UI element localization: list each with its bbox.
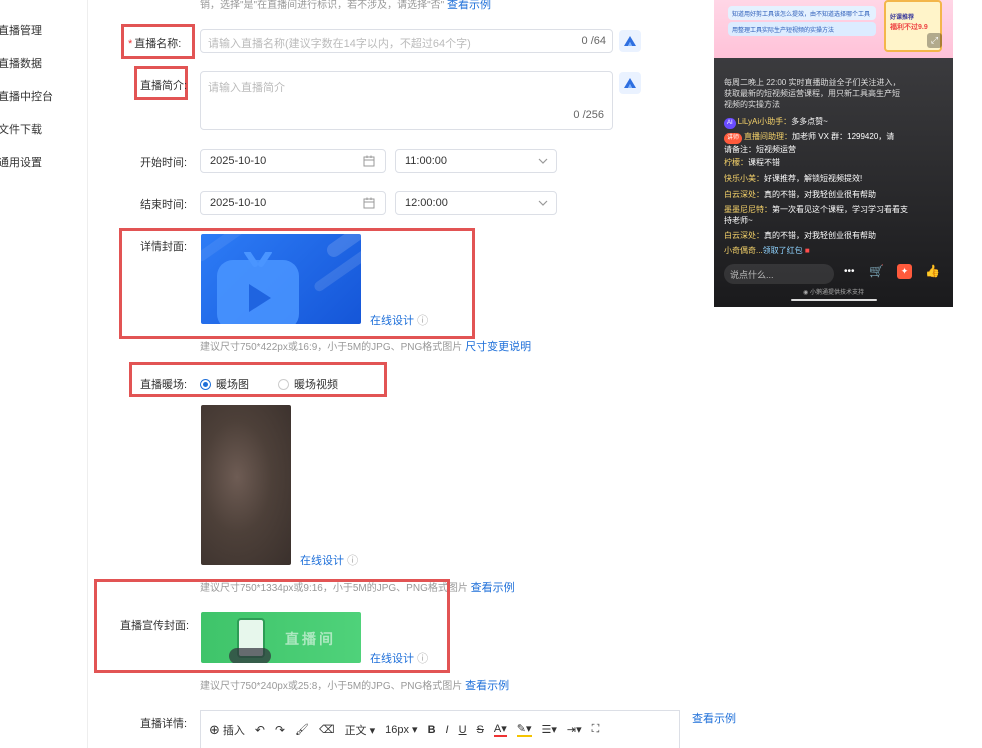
indent-icon[interactable]: ⇥▾ xyxy=(567,723,582,736)
font-size-select[interactable]: 16px ▾ xyxy=(385,723,417,736)
sidebar-item-live-data[interactable]: 直播数据 xyxy=(0,55,42,71)
top-note-link[interactable]: 查看示例 xyxy=(447,0,491,11)
info-icon: ⓘ xyxy=(417,653,429,665)
promo-cover-image[interactable]: 直播间 xyxy=(201,612,361,663)
detail-cover-hint: 建议尺寸750*422px或16:9，小于5M的JPG、PNG格式图片 尺寸变更… xyxy=(200,341,532,353)
rich-editor-toolbar: ⊕ 插入 ↶ ↷ 🖌 ⌫ 正文 ▾ 16px ▾ B I U S A▾ ✎▾ ☰▾… xyxy=(200,710,680,748)
sidebar: 直播管理 直播数据 直播中控台 文件下载 通用设置 xyxy=(0,0,88,748)
fullscreen-icon[interactable]: ⛶ xyxy=(592,723,600,736)
align-icon[interactable]: ☰▾ xyxy=(542,723,557,736)
end-time-select[interactable]: 12:00:00 xyxy=(395,191,557,215)
warmup-option-image[interactable]: 暖场图 xyxy=(200,376,249,392)
promo-cover-label: 直播宣传封面: xyxy=(120,620,190,632)
like-icon[interactable]: 👍 xyxy=(925,264,940,278)
info-icon: ⓘ xyxy=(347,555,359,567)
rotate-icon[interactable]: ⤢ xyxy=(927,33,942,48)
preview-banner: 知道用好剪工具该怎么提效，由不知道选择哪个工具 用整理工具实际生产短视频的实操方… xyxy=(714,0,953,58)
sidebar-item-settings[interactable]: 通用设置 xyxy=(0,154,42,170)
underline-button[interactable]: U xyxy=(459,724,467,736)
chat-message: 白云深处：真的不错，对我轻创业很有帮助 xyxy=(724,190,876,199)
chat-message: 柠檬：课程不错 xyxy=(724,158,780,167)
detail-example-link[interactable]: 查看示例 xyxy=(692,710,736,726)
chat-message: 每周二晚上 22:00 实时直播助益全子们关注进入，获取最新的短视频运营课程，用… xyxy=(724,78,901,109)
sidebar-item-console[interactable]: 直播中控台 xyxy=(0,88,53,104)
chevron-down-icon xyxy=(538,158,548,164)
warmup-image[interactable] xyxy=(201,405,291,565)
end-time-label: 结束时间: xyxy=(140,199,188,211)
promo-cover-hint: 建议尺寸750*240px或25:8，小于5M的JPG、PNG格式图片 查看示例 xyxy=(200,680,510,692)
undo-icon[interactable]: ↶ xyxy=(255,723,265,737)
ai-assist-name-button[interactable] xyxy=(619,30,641,52)
chat-message: 快乐小美：好课推荐，解锁短视频提效! xyxy=(724,174,863,183)
detail-cover-image[interactable] xyxy=(201,234,361,324)
sidebar-item-download[interactable]: 文件下载 xyxy=(0,121,42,137)
intro-label: 直播简介: xyxy=(140,80,188,92)
font-color-button[interactable]: A▾ xyxy=(493,722,507,737)
chat-message: 小奇偶奇...领取了红包 ■ xyxy=(724,246,810,255)
home-indicator xyxy=(791,299,877,301)
detail-cover-label: 详情封面: xyxy=(140,241,188,253)
size-change-link[interactable]: 尺寸变更说明 xyxy=(465,341,531,353)
preview-footer: ◉ 小鹅通提供技术支持 xyxy=(803,290,864,296)
detail-cover-online-design-link[interactable]: 在线设计 ⓘ xyxy=(370,312,428,328)
calendar-icon xyxy=(363,155,375,167)
intro-counter: 0 /256 xyxy=(573,109,604,121)
strikethrough-button[interactable]: S xyxy=(477,724,484,736)
format-painter-icon[interactable]: 🖌 xyxy=(295,723,309,736)
calendar-icon xyxy=(363,197,375,209)
live-detail-label: 直播详情: xyxy=(140,718,188,730)
ai-icon xyxy=(624,78,636,88)
promo-example-link[interactable]: 查看示例 xyxy=(465,680,509,692)
radio-checked-icon xyxy=(200,378,211,390)
name-label: * 直播名称: xyxy=(128,38,182,50)
chevron-down-icon xyxy=(538,200,548,206)
start-time-select[interactable]: 11:00:00 xyxy=(395,149,557,173)
italic-button[interactable]: I xyxy=(446,724,449,736)
highlight-color-icon[interactable]: ✎▾ xyxy=(516,722,532,737)
start-time-label: 开始时间: xyxy=(140,157,188,169)
insert-button[interactable]: ⊕ 插入 xyxy=(209,722,245,738)
chat-message: 白云深处：真的不错，对我轻创业很有帮助 xyxy=(724,231,876,240)
start-date-picker[interactable]: 2025-10-10 xyxy=(200,149,386,173)
plus-circle-icon: ⊕ xyxy=(209,721,220,737)
eraser-icon[interactable]: ⌫ xyxy=(319,723,335,736)
ai-assist-intro-button[interactable] xyxy=(619,72,641,94)
info-icon: ⓘ xyxy=(417,315,429,327)
paragraph-select[interactable]: 正文 ▾ xyxy=(345,722,376,738)
top-note: 销，选择"是"在直播间进行标识，若不涉及，请选择"否" 查看示例 xyxy=(200,0,491,11)
intro-textarea[interactable]: 请输入直播简介 0 /256 xyxy=(200,71,613,130)
radio-unchecked-icon xyxy=(278,378,289,390)
chat-message: 讲师 直播间助理：加老师 VX 群：1299420，请请备注：短视频运营 xyxy=(724,132,895,154)
ai-icon xyxy=(624,36,636,46)
warmup-option-video[interactable]: 暖场视频 xyxy=(278,376,338,392)
redo-icon[interactable]: ↷ xyxy=(275,723,285,737)
gift-icon[interactable]: ✦ xyxy=(897,264,912,279)
promo-online-design-link[interactable]: 在线设计 ⓘ xyxy=(370,650,428,666)
chat-message: 墨墨尼尼特：第一次看见这个课程，学习学习看看支持老师~ xyxy=(724,205,908,225)
end-date-picker[interactable]: 2025-10-10 xyxy=(200,191,386,215)
cart-icon[interactable]: 🛒 xyxy=(869,264,884,278)
warmup-example-link[interactable]: 查看示例 xyxy=(471,582,515,594)
name-counter: 0 /64 xyxy=(581,35,606,47)
bold-button[interactable]: B xyxy=(428,724,436,736)
phone-preview: 知道用好剪工具该怎么提效，由不知道选择哪个工具 用整理工具实际生产短视频的实操方… xyxy=(714,0,953,307)
video-play-icon xyxy=(217,252,299,324)
warmup-label: 直播暖场: xyxy=(140,379,188,391)
red-packet-icon: ■ xyxy=(804,246,810,255)
name-input[interactable]: 请输入直播名称(建议字数在14字以内，不超过64个字) 0 /64 xyxy=(200,29,613,53)
more-icon[interactable]: ••• xyxy=(844,266,855,277)
comment-input[interactable]: 说点什么... xyxy=(724,264,834,284)
chat-message: AI LiLyAi小助手：多多点赞~ xyxy=(724,116,828,129)
sidebar-item-live-manage[interactable]: 直播管理 xyxy=(0,22,42,38)
warmup-online-design-link[interactable]: 在线设计 ⓘ xyxy=(300,552,358,568)
